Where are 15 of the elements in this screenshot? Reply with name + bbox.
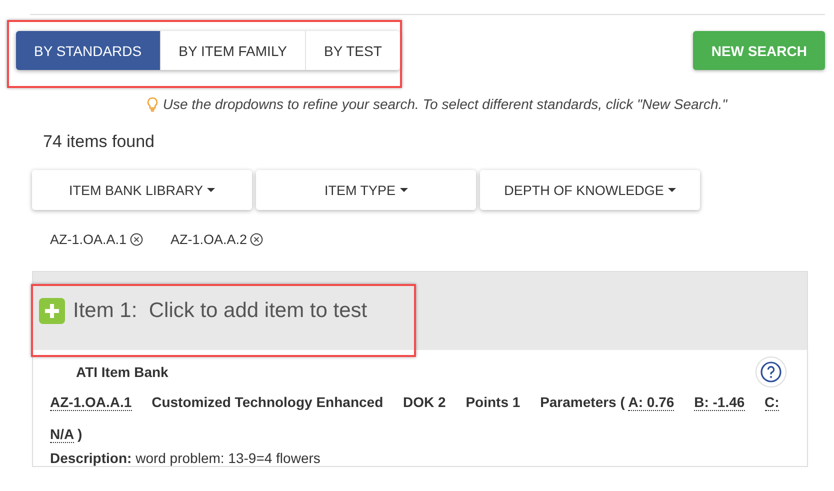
result-count: 74 items found <box>43 132 156 152</box>
tab[interactable]: BY ITEM FAMILY <box>160 31 306 70</box>
item-title: Item 1: Click to add item to test <box>73 299 368 323</box>
item-description: Description: word problem: 13-9=4 flowers <box>50 450 322 466</box>
item-metadata: AZ-1.OA.A.1 Customized Technology Enhanced DOK 2 Points 1 Parameters ( A: 0.76 B: -1.46 C: N/A ) <box>50 393 780 445</box>
filter-dropdown[interactable]: ITEM BANK LIBRARY <box>32 170 252 210</box>
item-header[interactable]: Item 1: Click to add item to test <box>33 272 807 350</box>
hint-text: Use the dropdowns to refine your search. To select different standards, click "New Search." <box>162 96 728 112</box>
standard-tag: AZ-1.OA.A.2 <box>170 232 248 247</box>
standard-tag: AZ-1.OA.A.1 <box>50 232 127 247</box>
filter-dropdown[interactable]: DEPTH OF KNOWLEDGE <box>480 170 700 210</box>
tab[interactable]: BY TEST <box>306 31 400 70</box>
tab[interactable]: BY STANDARDS <box>16 31 161 70</box>
item-bank-name: ATI Item Bank <box>76 364 170 380</box>
filter-dropdown[interactable]: ITEM TYPE <box>256 170 476 210</box>
